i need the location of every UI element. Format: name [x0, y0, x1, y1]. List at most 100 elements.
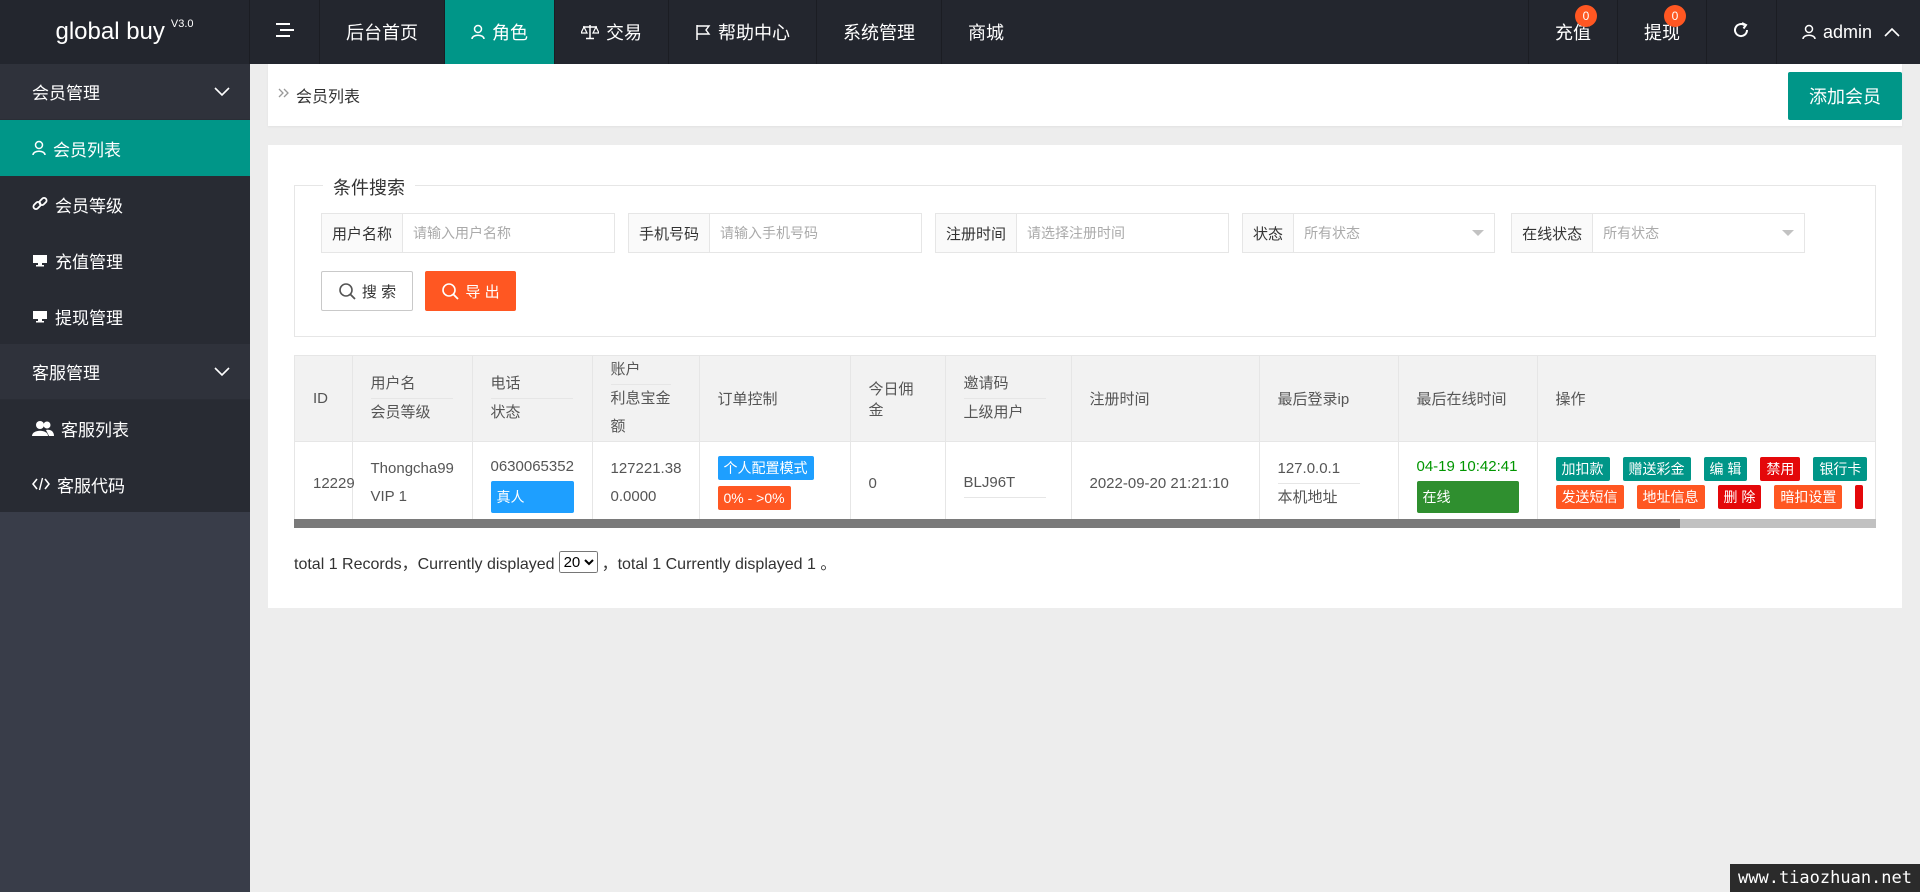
username-field-label: 用户名称 [322, 214, 404, 252]
bank-card-button[interactable]: 银行卡 [1813, 457, 1868, 482]
scrollbar-thumb[interactable] [294, 519, 1680, 528]
nav-withdraw[interactable]: 提现 0 [1616, 0, 1706, 64]
sidebar-group-label: 会员管理 [32, 84, 100, 103]
edit-button[interactable]: 编 辑 [1703, 457, 1748, 482]
search-button[interactable]: 搜 索 [321, 271, 413, 311]
order-mode-button[interactable]: 个人配置模式 [717, 456, 814, 481]
col-id: ID [295, 356, 353, 442]
cell-order-control: 个人配置模式 0% - >0% [699, 441, 851, 525]
user-icon [32, 140, 46, 156]
online-status-select[interactable]: 所有状态 [1593, 214, 1804, 252]
invite-code-value: BLJ96T [963, 469, 1046, 498]
phone-field-label: 手机号码 [629, 214, 711, 252]
level-value: VIP 1 [370, 488, 407, 506]
online-status-field-label: 在线状态 [1512, 214, 1594, 252]
user-icon [1802, 24, 1816, 40]
col-status-label: 状态 [490, 404, 521, 421]
search-icon [441, 282, 460, 300]
menu-toggle-button[interactable] [250, 0, 320, 64]
chevron-up-icon [1884, 27, 1900, 37]
double-chevron-right-icon [278, 86, 290, 104]
sidebar-item-withdraw[interactable]: 提现管理 [0, 288, 250, 344]
sidebar-item-member-level[interactable]: 会员等级 [0, 176, 250, 232]
withdraw-count-badge: 0 [1663, 5, 1686, 27]
sidebar-group-service[interactable]: 客服管理 [0, 344, 250, 400]
order-range-badge[interactable]: 0% - >0% [717, 486, 791, 511]
table-horizontal-scrollbar[interactable] [294, 519, 1876, 528]
register-time-field-label: 注册时间 [936, 214, 1018, 252]
chevron-down-icon [214, 362, 230, 382]
pagination: total 1 Records，Currently displayed 20 ，… [294, 550, 836, 574]
search-icon [338, 282, 356, 300]
status-field-label: 状态 [1243, 214, 1295, 252]
nav-role-label: 角色 [492, 23, 528, 43]
nav-system[interactable]: 系统管理 [817, 0, 942, 64]
sidebar-item-service-list[interactable]: 客服列表 [0, 400, 250, 456]
export-button[interactable]: 导 出 [425, 271, 516, 311]
app-version: V3.0 [170, 18, 194, 30]
phone-value: 0630065352 [490, 458, 574, 476]
sidebar-item-service-code[interactable]: 客服代码 [0, 456, 250, 512]
member-table: ID 用户名 会员等级 电话 状态 账户 利息宝金额 订单控制 今日佣金 邀请码 上级用… [294, 355, 1876, 527]
sidebar-item-label: 充值管理 [55, 252, 123, 272]
sidebar-item-label: 客服列表 [61, 420, 129, 440]
status-select[interactable]: 所有状态 [1294, 214, 1494, 252]
nav-trade-label: 交易 [606, 23, 642, 43]
chevron-down-icon [214, 82, 230, 102]
gift-bonus-button[interactable]: 赠送彩金 [1622, 457, 1691, 482]
caret-down-icon [1782, 230, 1795, 236]
sidebar-item-member-list[interactable]: 会员列表 [0, 120, 250, 176]
cell-invite: BLJ96T [945, 441, 1072, 525]
nav-help[interactable]: 帮助中心 [669, 0, 817, 64]
col-level-label: 会员等级 [370, 404, 431, 421]
col-order-control: 订单控制 [699, 356, 851, 442]
last-online-value: 04-19 10:42:41 [1416, 458, 1518, 476]
sidebar-item-label: 提现管理 [55, 308, 123, 328]
pager-prefix: total 1 Records，Currently displayed [294, 556, 555, 573]
search-form: 用户名称 手机号码 注册时间 状态 所有状态 [321, 213, 1818, 253]
delete-button[interactable]: 删 除 [1717, 485, 1762, 510]
sidebar-group-label: 客服管理 [32, 364, 100, 383]
register-time-input[interactable] [1017, 214, 1229, 252]
nav-trade[interactable]: 交易 [555, 0, 669, 64]
username-value: Thongcha99 [370, 460, 454, 478]
interest-value: 0.0000 [610, 488, 657, 506]
phone-input[interactable] [710, 214, 922, 252]
nav-home-label: 后台首页 [346, 23, 418, 43]
nav-role[interactable]: 角色 [445, 0, 555, 64]
menu-icon [275, 22, 294, 43]
address-info-button[interactable]: 地址信息 [1636, 485, 1705, 510]
hidden-deduct-button[interactable]: 暗扣设置 [1774, 485, 1843, 510]
nav-home[interactable]: 后台首页 [320, 0, 445, 64]
sidebar-group-member[interactable]: 会员管理 [0, 64, 250, 120]
phone-field: 手机号码 [628, 213, 923, 253]
adjust-balance-button[interactable]: 加扣款 [1555, 457, 1610, 482]
col-username: 用户名 会员等级 [352, 356, 473, 442]
pager-suffix: ，total 1 Currently displayed 1 。 [601, 556, 837, 573]
col-account: 账户 利息宝金额 [592, 356, 700, 442]
nav-recharge[interactable]: 充值 0 [1527, 0, 1617, 64]
user-menu[interactable]: admin [1775, 0, 1920, 64]
more-action-button[interactable] [1855, 485, 1864, 510]
users-icon [32, 420, 54, 436]
nav-system-label: 系统管理 [843, 23, 915, 43]
send-sms-button[interactable]: 发送短信 [1555, 485, 1624, 510]
nav-shop[interactable]: 商城 [942, 0, 1030, 64]
col-last-online: 最后在线时间 [1398, 356, 1538, 442]
sidebar-item-recharge[interactable]: 充值管理 [0, 232, 250, 288]
sidebar-item-label: 会员列表 [53, 140, 121, 160]
page-size-select[interactable]: 20 [558, 551, 598, 573]
app-name: global buy [55, 18, 165, 45]
refresh-button[interactable] [1705, 0, 1776, 64]
disable-button[interactable]: 禁用 [1760, 457, 1801, 482]
ip-location-value: 本机地址 [1277, 488, 1338, 506]
status-badge: 真人 [490, 481, 574, 514]
app-logo[interactable]: global buy V3.0 [0, 0, 250, 64]
register-time-field: 注册时间 [935, 213, 1230, 253]
add-member-button[interactable]: 添加会员 [1788, 72, 1902, 120]
username-input[interactable] [403, 214, 615, 252]
breadcrumb: 会员列表 添加会员 [268, 64, 1902, 126]
search-button-label: 搜 索 [361, 283, 397, 301]
flag-icon [695, 24, 711, 40]
sidebar-item-label: 客服代码 [57, 476, 125, 496]
